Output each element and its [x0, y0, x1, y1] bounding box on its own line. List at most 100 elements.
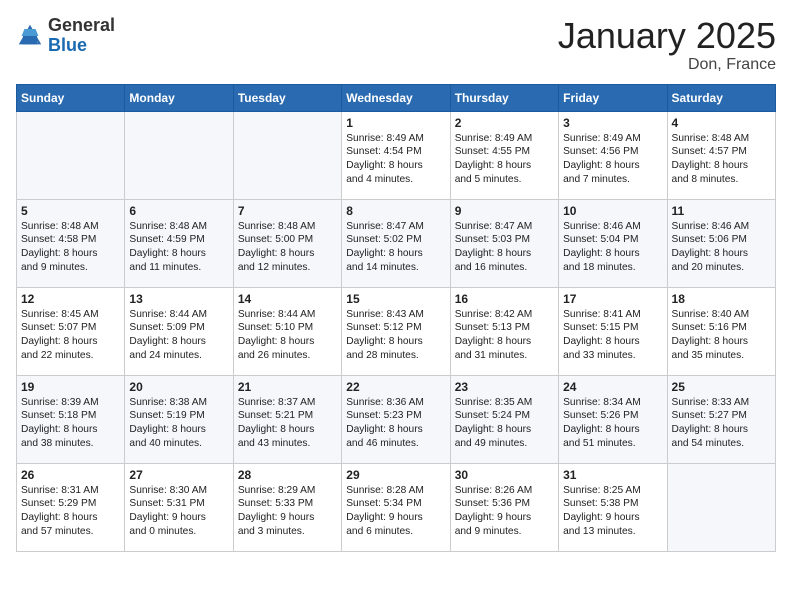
- day-number: 3: [563, 116, 662, 130]
- calendar-cell: 4 Sunrise: 8:48 AM Sunset: 4:57 PM Daylig…: [667, 111, 775, 199]
- day-info: Sunrise: 8:37 AM Sunset: 5:21 PM Dayligh…: [238, 396, 337, 451]
- day-info: Sunrise: 8:48 AM Sunset: 5:00 PM Dayligh…: [238, 220, 337, 275]
- day-info: Sunrise: 8:44 AM Sunset: 5:10 PM Dayligh…: [238, 308, 337, 363]
- calendar-cell: 28Sunrise: 8:29 AM Sunset: 5:33 PM Dayli…: [233, 463, 341, 551]
- day-info: Sunrise: 8:41 AM Sunset: 5:15 PM Dayligh…: [563, 308, 662, 363]
- day-info: Sunrise: 8:26 AM Sunset: 5:36 PM Dayligh…: [455, 484, 554, 539]
- calendar-cell: 11Sunrise: 8:46 AM Sunset: 5:06 PM Dayli…: [667, 199, 775, 287]
- calendar-header: Sunday Monday Tuesday Wednesday Thursday…: [17, 84, 776, 111]
- day-info: Sunrise: 8:40 AM Sunset: 5:16 PM Dayligh…: [672, 308, 771, 363]
- day-number: 23: [455, 380, 554, 394]
- calendar-cell: 31 Sunrise: 8:25 AM Sunset: 5:38 PM Dayli…: [559, 463, 667, 551]
- day-info: Sunrise: 8:38 AM Sunset: 5:19 PM Dayligh…: [129, 396, 228, 451]
- day-number: 31: [563, 468, 662, 482]
- calendar-table: Sunday Monday Tuesday Wednesday Thursday…: [16, 84, 776, 552]
- calendar-cell: 8Sunrise: 8:47 AM Sunset: 5:02 PM Daylig…: [342, 199, 450, 287]
- calendar-cell: 26Sunrise: 8:31 AM Sunset: 5:29 PM Dayli…: [17, 463, 125, 551]
- calendar-cell: 2 Sunrise: 8:49 AM Sunset: 4:55 PM Daylig…: [450, 111, 558, 199]
- calendar-cell: 13 Sunrise: 8:44 AM Sunset: 5:09 PM Dayli…: [125, 287, 233, 375]
- col-tuesday: Tuesday: [233, 84, 341, 111]
- calendar-cell: 19 Sunrise: 8:39 AM Sunset: 5:18 PM Dayli…: [17, 375, 125, 463]
- logo-blue-text: Blue: [48, 36, 115, 56]
- title-block: January 2025 Don, France: [558, 16, 776, 74]
- day-info: Sunrise: 8:28 AM Sunset: 5:34 PM Dayligh…: [346, 484, 445, 539]
- day-number: 17: [563, 292, 662, 306]
- calendar-cell: 3Sunrise: 8:49 AM Sunset: 4:56 PM Daylig…: [559, 111, 667, 199]
- day-number: 9: [455, 204, 554, 218]
- calendar-cell: [667, 463, 775, 551]
- calendar-cell: 20 Sunrise: 8:38 AM Sunset: 5:19 PM Dayli…: [125, 375, 233, 463]
- col-sunday: Sunday: [17, 84, 125, 111]
- day-info: Sunrise: 8:34 AM Sunset: 5:26 PM Dayligh…: [563, 396, 662, 451]
- day-number: 20: [129, 380, 228, 394]
- day-number: 29: [346, 468, 445, 482]
- location: Don, France: [558, 56, 776, 74]
- day-number: 13: [129, 292, 228, 306]
- calendar-cell: 1Sunrise: 8:49 AM Sunset: 4:54 PM Daylig…: [342, 111, 450, 199]
- calendar-cell: 21 Sunrise: 8:37 AM Sunset: 5:21 PM Dayli…: [233, 375, 341, 463]
- day-number: 10: [563, 204, 662, 218]
- day-number: 19: [21, 380, 120, 394]
- calendar-cell: 12 Sunrise: 8:45 AM Sunset: 5:07 PM Dayli…: [17, 287, 125, 375]
- day-number: 25: [672, 380, 771, 394]
- day-info: Sunrise: 8:49 AM Sunset: 4:54 PM Dayligh…: [346, 132, 445, 187]
- calendar-cell: 15Sunrise: 8:43 AM Sunset: 5:12 PM Dayli…: [342, 287, 450, 375]
- logo-icon: [16, 22, 44, 50]
- day-info: Sunrise: 8:30 AM Sunset: 5:31 PM Dayligh…: [129, 484, 228, 539]
- week-row-3: 12 Sunrise: 8:45 AM Sunset: 5:07 PM Dayli…: [17, 287, 776, 375]
- day-info: Sunrise: 8:46 AM Sunset: 5:04 PM Dayligh…: [563, 220, 662, 275]
- calendar-body: 1Sunrise: 8:49 AM Sunset: 4:54 PM Daylig…: [17, 111, 776, 551]
- header: General Blue January 2025 Don, France: [16, 16, 776, 74]
- week-row-4: 19 Sunrise: 8:39 AM Sunset: 5:18 PM Dayli…: [17, 375, 776, 463]
- day-info: Sunrise: 8:25 AM Sunset: 5:38 PM Dayligh…: [563, 484, 662, 539]
- calendar-cell: 25 Sunrise: 8:33 AM Sunset: 5:27 PM Dayli…: [667, 375, 775, 463]
- day-number: 30: [455, 468, 554, 482]
- day-info: Sunrise: 8:48 AM Sunset: 4:58 PM Dayligh…: [21, 220, 120, 275]
- col-wednesday: Wednesday: [342, 84, 450, 111]
- calendar-cell: 9 Sunrise: 8:47 AM Sunset: 5:03 PM Daylig…: [450, 199, 558, 287]
- day-number: 6: [129, 204, 228, 218]
- month-title: January 2025: [558, 16, 776, 56]
- day-number: 12: [21, 292, 120, 306]
- day-number: 27: [129, 468, 228, 482]
- calendar-cell: [17, 111, 125, 199]
- week-row-2: 5 Sunrise: 8:48 AM Sunset: 4:58 PM Daylig…: [17, 199, 776, 287]
- day-number: 22: [346, 380, 445, 394]
- calendar-cell: 16Sunrise: 8:42 AM Sunset: 5:13 PM Dayli…: [450, 287, 558, 375]
- day-number: 28: [238, 468, 337, 482]
- calendar-cell: 23 Sunrise: 8:35 AM Sunset: 5:24 PM Dayli…: [450, 375, 558, 463]
- day-info: Sunrise: 8:47 AM Sunset: 5:03 PM Dayligh…: [455, 220, 554, 275]
- day-info: Sunrise: 8:44 AM Sunset: 5:09 PM Dayligh…: [129, 308, 228, 363]
- week-row-1: 1Sunrise: 8:49 AM Sunset: 4:54 PM Daylig…: [17, 111, 776, 199]
- day-info: Sunrise: 8:43 AM Sunset: 5:12 PM Dayligh…: [346, 308, 445, 363]
- calendar-cell: 29 Sunrise: 8:28 AM Sunset: 5:34 PM Dayli…: [342, 463, 450, 551]
- calendar-cell: 10 Sunrise: 8:46 AM Sunset: 5:04 PM Dayli…: [559, 199, 667, 287]
- day-info: Sunrise: 8:35 AM Sunset: 5:24 PM Dayligh…: [455, 396, 554, 451]
- day-info: Sunrise: 8:45 AM Sunset: 5:07 PM Dayligh…: [21, 308, 120, 363]
- day-info: Sunrise: 8:46 AM Sunset: 5:06 PM Dayligh…: [672, 220, 771, 275]
- calendar-cell: 17 Sunrise: 8:41 AM Sunset: 5:15 PM Dayli…: [559, 287, 667, 375]
- logo: General Blue: [16, 16, 115, 56]
- calendar-cell: 27 Sunrise: 8:30 AM Sunset: 5:31 PM Dayli…: [125, 463, 233, 551]
- logo-general-text: General: [48, 16, 115, 36]
- calendar-cell: 30 Sunrise: 8:26 AM Sunset: 5:36 PM Dayli…: [450, 463, 558, 551]
- day-info: Sunrise: 8:39 AM Sunset: 5:18 PM Dayligh…: [21, 396, 120, 451]
- calendar-cell: [233, 111, 341, 199]
- day-number: 5: [21, 204, 120, 218]
- calendar-cell: 7Sunrise: 8:48 AM Sunset: 5:00 PM Daylig…: [233, 199, 341, 287]
- day-info: Sunrise: 8:31 AM Sunset: 5:29 PM Dayligh…: [21, 484, 120, 539]
- day-number: 18: [672, 292, 771, 306]
- day-number: 24: [563, 380, 662, 394]
- calendar-cell: 14Sunrise: 8:44 AM Sunset: 5:10 PM Dayli…: [233, 287, 341, 375]
- day-number: 4: [672, 116, 771, 130]
- day-info: Sunrise: 8:49 AM Sunset: 4:55 PM Dayligh…: [455, 132, 554, 187]
- calendar-cell: [125, 111, 233, 199]
- day-info: Sunrise: 8:33 AM Sunset: 5:27 PM Dayligh…: [672, 396, 771, 451]
- day-number: 21: [238, 380, 337, 394]
- page: General Blue January 2025 Don, France Su…: [0, 0, 792, 568]
- calendar-cell: 5 Sunrise: 8:48 AM Sunset: 4:58 PM Daylig…: [17, 199, 125, 287]
- day-info: Sunrise: 8:48 AM Sunset: 4:59 PM Dayligh…: [129, 220, 228, 275]
- day-info: Sunrise: 8:48 AM Sunset: 4:57 PM Dayligh…: [672, 132, 771, 187]
- calendar-cell: 22Sunrise: 8:36 AM Sunset: 5:23 PM Dayli…: [342, 375, 450, 463]
- day-number: 2: [455, 116, 554, 130]
